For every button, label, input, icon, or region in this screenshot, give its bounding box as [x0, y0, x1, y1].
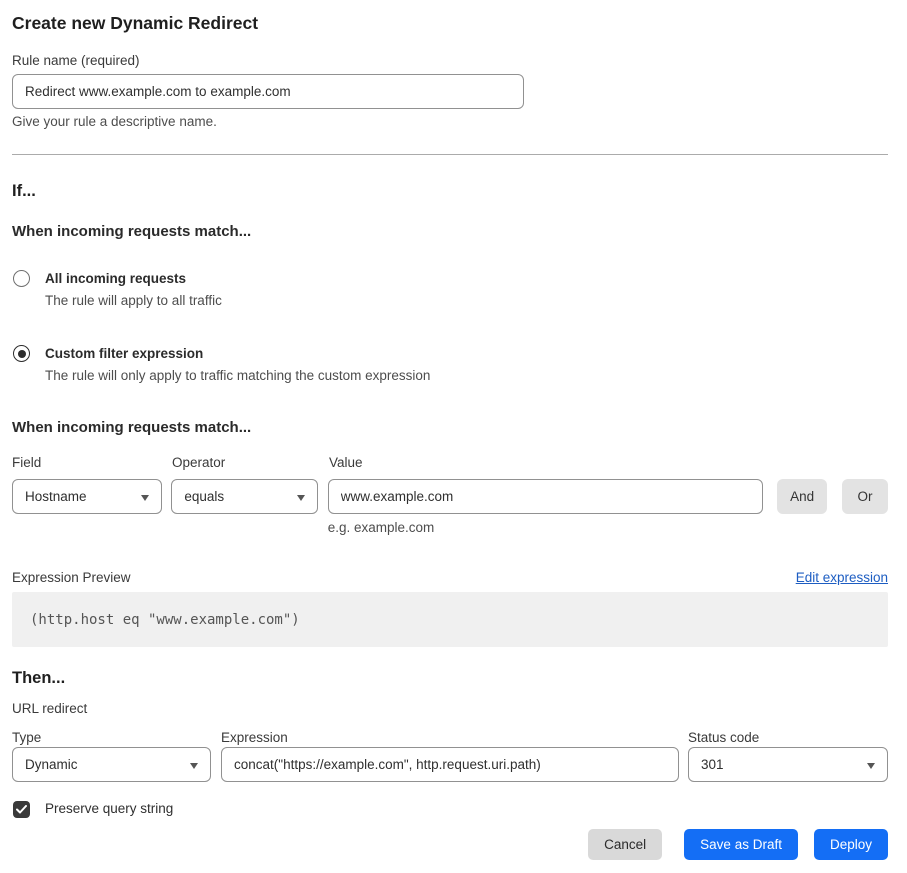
radio-label-all-requests: All incoming requests [45, 270, 222, 288]
radio-desc-custom-filter: The rule will only apply to traffic matc… [45, 367, 430, 384]
radio-option-all-requests[interactable]: All incoming requests The rule will appl… [12, 270, 888, 309]
value-label: Value [329, 454, 767, 471]
then-heading: Then... [12, 668, 888, 689]
radio-button-all-requests[interactable] [13, 270, 30, 287]
radio-button-custom-filter[interactable] [13, 345, 30, 362]
status-code-select[interactable]: 301 [688, 747, 888, 782]
preserve-query-row[interactable]: Preserve query string [12, 800, 888, 818]
builder-heading: When incoming requests match... [12, 418, 888, 437]
type-select[interactable]: Dynamic [12, 747, 211, 782]
expression-preview-box: (http.host eq "www.example.com") [12, 592, 888, 647]
redirect-expression-input[interactable] [221, 747, 679, 782]
field-select-value: Hostname [25, 489, 87, 504]
deploy-button[interactable]: Deploy [814, 829, 888, 860]
preserve-query-checkbox[interactable] [13, 801, 30, 818]
and-button[interactable]: And [777, 479, 827, 514]
expression-preview-label: Expression Preview [12, 569, 131, 587]
chevron-down-icon [867, 763, 875, 769]
operator-select-value: equals [184, 489, 224, 504]
cancel-button[interactable]: Cancel [588, 829, 662, 860]
chevron-down-icon [141, 495, 149, 501]
expression-preview-code: (http.host eq "www.example.com") [30, 612, 300, 628]
match-heading: When incoming requests match... [12, 222, 888, 241]
page-title: Create new Dynamic Redirect [12, 12, 888, 34]
type-label: Type [12, 729, 211, 746]
value-helper: e.g. example.com [328, 519, 763, 536]
field-label: Field [12, 454, 163, 471]
radio-desc-all-requests: The rule will apply to all traffic [45, 292, 222, 309]
value-input[interactable] [328, 479, 763, 514]
chevron-down-icon [190, 763, 198, 769]
field-select[interactable]: Hostname [12, 479, 162, 514]
or-button[interactable]: Or [842, 479, 888, 514]
url-redirect-label: URL redirect [12, 700, 888, 717]
checkmark-icon [16, 805, 27, 814]
radio-label-custom-filter: Custom filter expression [45, 345, 430, 363]
operator-select[interactable]: equals [171, 479, 317, 514]
if-heading: If... [12, 181, 888, 202]
type-select-value: Dynamic [25, 757, 78, 772]
section-divider [12, 154, 888, 155]
save-as-draft-button[interactable]: Save as Draft [684, 829, 798, 860]
create-redirect-form: Create new Dynamic Redirect Rule name (r… [0, 0, 907, 873]
rule-name-helper: Give your rule a descriptive name. [12, 113, 888, 130]
preserve-query-label: Preserve query string [45, 800, 173, 818]
status-code-label: Status code [688, 729, 888, 746]
operator-label: Operator [172, 454, 319, 471]
expression-label: Expression [221, 729, 679, 746]
radio-option-custom-filter[interactable]: Custom filter expression The rule will o… [12, 345, 888, 384]
rule-name-input[interactable] [12, 74, 524, 109]
edit-expression-link[interactable]: Edit expression [796, 569, 888, 587]
rule-name-label: Rule name (required) [12, 52, 888, 69]
status-code-select-value: 301 [701, 757, 724, 772]
chevron-down-icon [297, 495, 305, 501]
